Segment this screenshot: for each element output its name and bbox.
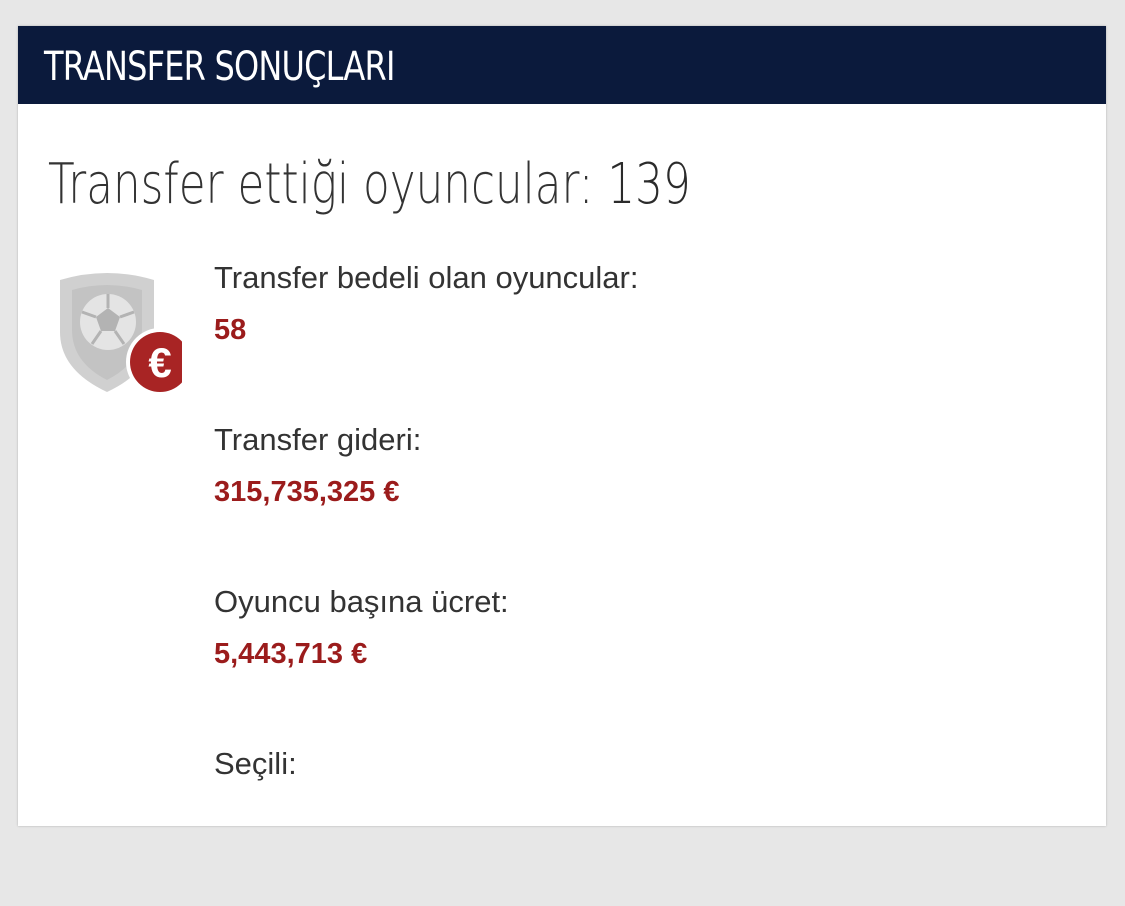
- stat-label: Seçili:: [214, 746, 297, 781]
- stat-item-fee-per-player: Oyuncu başına ücret: 5,443,713 €: [214, 582, 1074, 744]
- stat-value: 315,735,325 €: [214, 476, 400, 508]
- stat-item-selected: Seçili:: [214, 744, 1074, 906]
- stat-item-transfer-expense: Transfer gideri: 315,735,325 €: [214, 420, 1074, 582]
- stat-item-paid-players: Transfer bedeli olan oyuncular: 58: [214, 258, 1074, 420]
- shield-ball-euro-svg: €: [60, 273, 194, 396]
- euro-symbol: €: [148, 339, 171, 386]
- summary-label: Transfer ettiği oyuncular:: [48, 152, 594, 217]
- stat-label: Oyuncu başına ücret:: [214, 584, 509, 619]
- shield-ball-euro-icon: €: [52, 270, 194, 400]
- stat-value: 5,443,713 €: [214, 638, 368, 670]
- transferred-players-summary: Transfer ettiği oyuncular: 139: [48, 152, 691, 218]
- stat-label: Transfer gideri:: [214, 422, 422, 457]
- card-header: TRANSFER SONUÇLARI: [18, 26, 1106, 104]
- card-title: TRANSFER SONUÇLARI: [44, 44, 395, 90]
- stats-list: Transfer bedeli olan oyuncular: 58 Trans…: [214, 258, 1074, 906]
- stat-label: Transfer bedeli olan oyuncular:: [214, 260, 639, 295]
- summary-count: 139: [607, 152, 691, 217]
- stat-value: 58: [214, 314, 247, 346]
- transfer-results-card: TRANSFER SONUÇLARI Transfer ettiği oyunc…: [18, 26, 1106, 826]
